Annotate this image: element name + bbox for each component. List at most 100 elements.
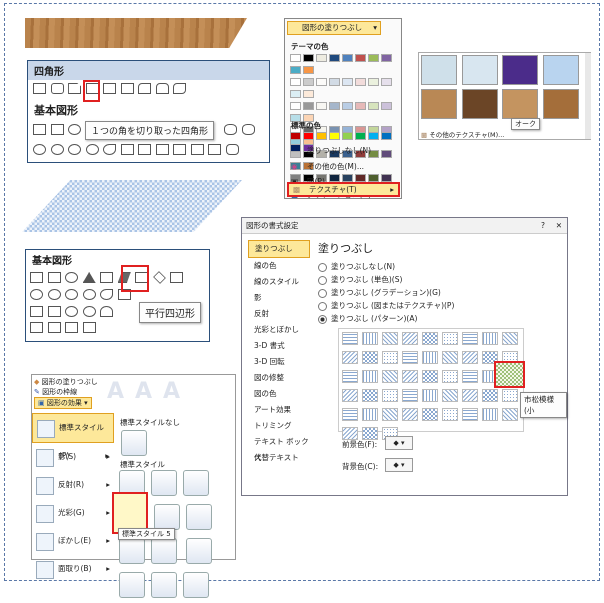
sidebar-item[interactable]: テキスト ボックス <box>248 434 310 462</box>
color-swatch[interactable] <box>381 54 392 62</box>
texture-blue-tissue[interactable] <box>542 55 579 85</box>
dodecagon-shape[interactable] <box>47 289 61 300</box>
preset-12[interactable] <box>183 572 209 598</box>
pattern-swatch[interactable] <box>342 332 358 345</box>
dodecagon-shape[interactable] <box>50 144 64 155</box>
no-style-tile[interactable] <box>121 430 147 456</box>
pie-shape[interactable] <box>65 289 79 300</box>
preset-3[interactable] <box>183 470 209 496</box>
color-swatch[interactable] <box>368 102 379 110</box>
left-bracket-shape[interactable] <box>65 322 79 333</box>
pattern-swatch[interactable] <box>502 408 518 421</box>
preset-2[interactable] <box>151 470 177 496</box>
pattern-swatch[interactable] <box>442 389 458 402</box>
cube-shape[interactable] <box>30 306 43 317</box>
sidebar-item[interactable]: アート効果 <box>248 402 310 418</box>
brace-pair-shape[interactable] <box>47 322 61 333</box>
selected-pattern-highlight[interactable] <box>494 361 525 388</box>
texture-oak[interactable] <box>502 89 539 119</box>
effect-item[interactable]: ぼかし(E) ▸ <box>32 527 114 555</box>
no-symbol-shape[interactable] <box>82 306 96 317</box>
chord-shape[interactable] <box>85 144 99 155</box>
vertical-text-box-shape[interactable] <box>47 272 61 283</box>
color-swatch[interactable] <box>355 102 366 110</box>
pattern-swatch[interactable] <box>402 408 418 421</box>
sidebar-item[interactable]: 3-D 書式 <box>248 338 310 354</box>
sidebar-item[interactable]: 図の修整 <box>248 370 310 386</box>
color-swatch[interactable] <box>290 78 301 86</box>
pattern-swatch[interactable] <box>362 370 378 383</box>
pattern-swatch[interactable] <box>382 351 398 364</box>
pattern-swatch[interactable] <box>402 389 418 402</box>
pattern-swatch[interactable] <box>402 332 418 345</box>
color-swatch[interactable] <box>368 78 379 86</box>
ribbon-effects-item[interactable]: ▣ 図形の効果 ▾ <box>34 397 92 409</box>
pattern-swatch[interactable] <box>422 370 438 383</box>
texture-cork[interactable] <box>421 89 457 119</box>
color-swatch[interactable] <box>329 78 340 86</box>
radio-button[interactable] <box>318 262 327 272</box>
decagon-shape[interactable] <box>33 144 46 155</box>
foreground-color-button[interactable]: ◆ ▾ <box>385 436 413 450</box>
bracket-pair-shape[interactable] <box>30 322 43 333</box>
decagon-shape[interactable] <box>30 289 43 300</box>
pattern-swatch[interactable] <box>342 408 358 421</box>
pattern-swatch[interactable] <box>442 408 458 421</box>
sidebar-item[interactable]: 線のスタイル <box>248 274 310 290</box>
color-swatch[interactable] <box>381 102 392 110</box>
preset-8[interactable] <box>151 538 177 564</box>
standard-color-swatch[interactable] <box>290 132 301 140</box>
pattern-swatch[interactable] <box>462 408 478 421</box>
octagon-8-shape[interactable] <box>241 124 255 135</box>
color-swatch[interactable] <box>342 54 353 62</box>
standard-color-swatch[interactable] <box>342 132 353 140</box>
pattern-swatch[interactable] <box>502 389 518 402</box>
pattern-swatch[interactable] <box>482 389 498 402</box>
color-swatch[interactable] <box>381 78 392 86</box>
fill-option[interactable]: 塗りつぶし (グラデーション)(G) <box>318 286 558 299</box>
pattern-swatch[interactable] <box>482 408 498 421</box>
color-swatch[interactable] <box>290 54 301 62</box>
round-diagonal-rectangle-shape[interactable] <box>173 83 187 94</box>
pattern-swatch[interactable] <box>462 370 478 383</box>
rectangle-shape[interactable] <box>33 83 46 94</box>
pattern-swatch[interactable] <box>442 370 458 383</box>
more-colors-item[interactable]: ◉ その他の色(M)... <box>285 159 401 175</box>
fill-option[interactable]: 塗りつぶし (図またはテクスチャ)(P) <box>318 299 558 312</box>
fill-button[interactable]: 図形の塗りつぶし ▾ <box>287 21 381 35</box>
pattern-swatch[interactable] <box>422 389 438 402</box>
teardrop-shape[interactable] <box>103 144 117 155</box>
standard-color-swatch[interactable] <box>329 132 340 140</box>
radio-button[interactable] <box>318 301 327 311</box>
standard-color-swatch[interactable] <box>368 132 379 140</box>
pattern-swatch[interactable] <box>422 332 438 345</box>
preset-10[interactable] <box>119 572 145 598</box>
color-swatch[interactable] <box>368 54 379 62</box>
sidebar-item[interactable]: 塗りつぶし <box>248 240 310 258</box>
diamond-shape[interactable] <box>152 271 166 284</box>
pattern-swatch[interactable] <box>382 408 398 421</box>
pattern-swatch[interactable] <box>442 332 458 345</box>
texture-newsprint[interactable] <box>421 55 457 85</box>
sidebar-item[interactable]: 影 <box>248 290 310 306</box>
effect-item[interactable]: 面取り(B) ▸ <box>32 555 114 583</box>
color-swatch[interactable] <box>303 102 314 110</box>
texture-medium-wood[interactable] <box>542 89 579 119</box>
fill-option[interactable]: 塗りつぶし (単色)(S) <box>318 273 558 286</box>
effect-item[interactable]: 光彩(G) ▸ <box>32 499 114 527</box>
sidebar-item[interactable]: 3-D 回転 <box>248 354 310 370</box>
chord-shape[interactable] <box>82 289 96 300</box>
pattern-swatch[interactable] <box>362 408 378 421</box>
pattern-swatch[interactable] <box>342 351 358 364</box>
radio-button[interactable] <box>318 275 327 285</box>
pattern-swatch[interactable] <box>362 332 378 345</box>
right-triangle-shape[interactable] <box>100 272 114 283</box>
text-box-shape[interactable] <box>30 272 43 283</box>
preset-6[interactable] <box>185 504 212 530</box>
color-swatch[interactable] <box>355 54 366 62</box>
diagonal-stripe-shape[interactable] <box>173 144 187 155</box>
color-swatch[interactable] <box>316 102 327 110</box>
rounded-rectangle-shape[interactable] <box>50 83 64 94</box>
fill-option[interactable]: 塗りつぶしなし(N) <box>318 260 558 273</box>
octagon-7-shape[interactable] <box>224 124 237 135</box>
